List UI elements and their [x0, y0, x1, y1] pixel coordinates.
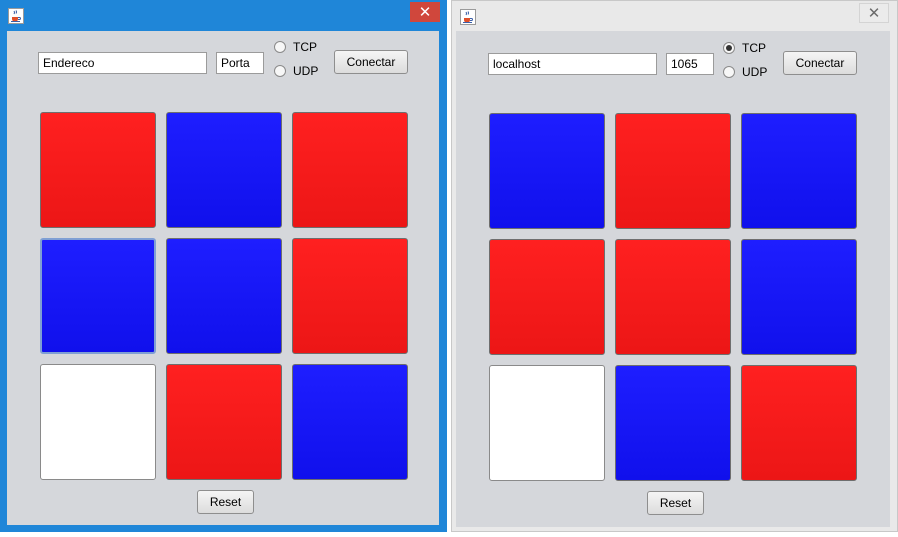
udp-radio[interactable]: UDP: [274, 63, 318, 79]
board-cell-blue[interactable]: [615, 365, 731, 481]
close-button[interactable]: ✕: [410, 2, 440, 22]
udp-label: UDP: [742, 65, 768, 79]
board-cell-blue[interactable]: [489, 113, 605, 229]
board-cell-red[interactable]: [489, 239, 605, 355]
address-input[interactable]: localhost: [488, 53, 657, 75]
title-bar[interactable]: ✕: [0, 0, 447, 30]
tcp-label: TCP: [742, 41, 766, 55]
board-cell-red[interactable]: [615, 113, 731, 229]
reset-button[interactable]: Reset: [197, 490, 254, 514]
radio-circle[interactable]: [274, 41, 286, 53]
udp-label: UDP: [293, 64, 319, 78]
content-panel: localhost 1065 TCP UDP Conectar Reset: [456, 31, 890, 527]
board-cell-white[interactable]: [489, 365, 605, 481]
radio-circle[interactable]: [723, 66, 735, 78]
game-window-left: ✕ Endereco Porta TCP UDP Conectar Reset: [0, 0, 447, 532]
port-input[interactable]: Porta: [216, 52, 264, 74]
board-cell-blue[interactable]: [741, 239, 857, 355]
tcp-label: TCP: [293, 40, 317, 54]
title-bar[interactable]: ✕: [452, 1, 897, 31]
radio-circle[interactable]: [723, 42, 735, 54]
java-cup-icon[interactable]: [8, 8, 24, 24]
board-cell-blue[interactable]: [741, 113, 857, 229]
address-input[interactable]: Endereco: [38, 52, 207, 74]
board-cell-blue[interactable]: [40, 238, 156, 354]
tcp-radio[interactable]: TCP: [274, 39, 317, 55]
board-cell-blue[interactable]: [166, 238, 282, 354]
board-cell-white[interactable]: [40, 364, 156, 480]
udp-radio[interactable]: UDP: [723, 64, 767, 80]
port-input[interactable]: 1065: [666, 53, 714, 75]
close-button[interactable]: ✕: [859, 3, 889, 23]
connect-button[interactable]: Conectar: [334, 50, 408, 74]
board-cell-red[interactable]: [292, 238, 408, 354]
close-icon: ✕: [867, 4, 881, 22]
connect-button[interactable]: Conectar: [783, 51, 857, 75]
reset-button[interactable]: Reset: [647, 491, 704, 515]
board-cell-red[interactable]: [292, 112, 408, 228]
board-cell-red[interactable]: [40, 112, 156, 228]
board-cell-blue[interactable]: [292, 364, 408, 480]
tcp-radio[interactable]: TCP: [723, 40, 766, 56]
board-cell-blue[interactable]: [166, 112, 282, 228]
board-cell-red[interactable]: [615, 239, 731, 355]
close-icon: ✕: [418, 3, 432, 21]
radio-selected-dot: [726, 45, 732, 51]
board-cell-red[interactable]: [741, 365, 857, 481]
game-window-right: ✕ localhost 1065 TCP UDP Conectar Reset: [451, 0, 898, 532]
content-panel: Endereco Porta TCP UDP Conectar Reset: [7, 31, 439, 525]
java-cup-icon[interactable]: [460, 9, 476, 25]
board-cell-red[interactable]: [166, 364, 282, 480]
radio-circle[interactable]: [274, 65, 286, 77]
